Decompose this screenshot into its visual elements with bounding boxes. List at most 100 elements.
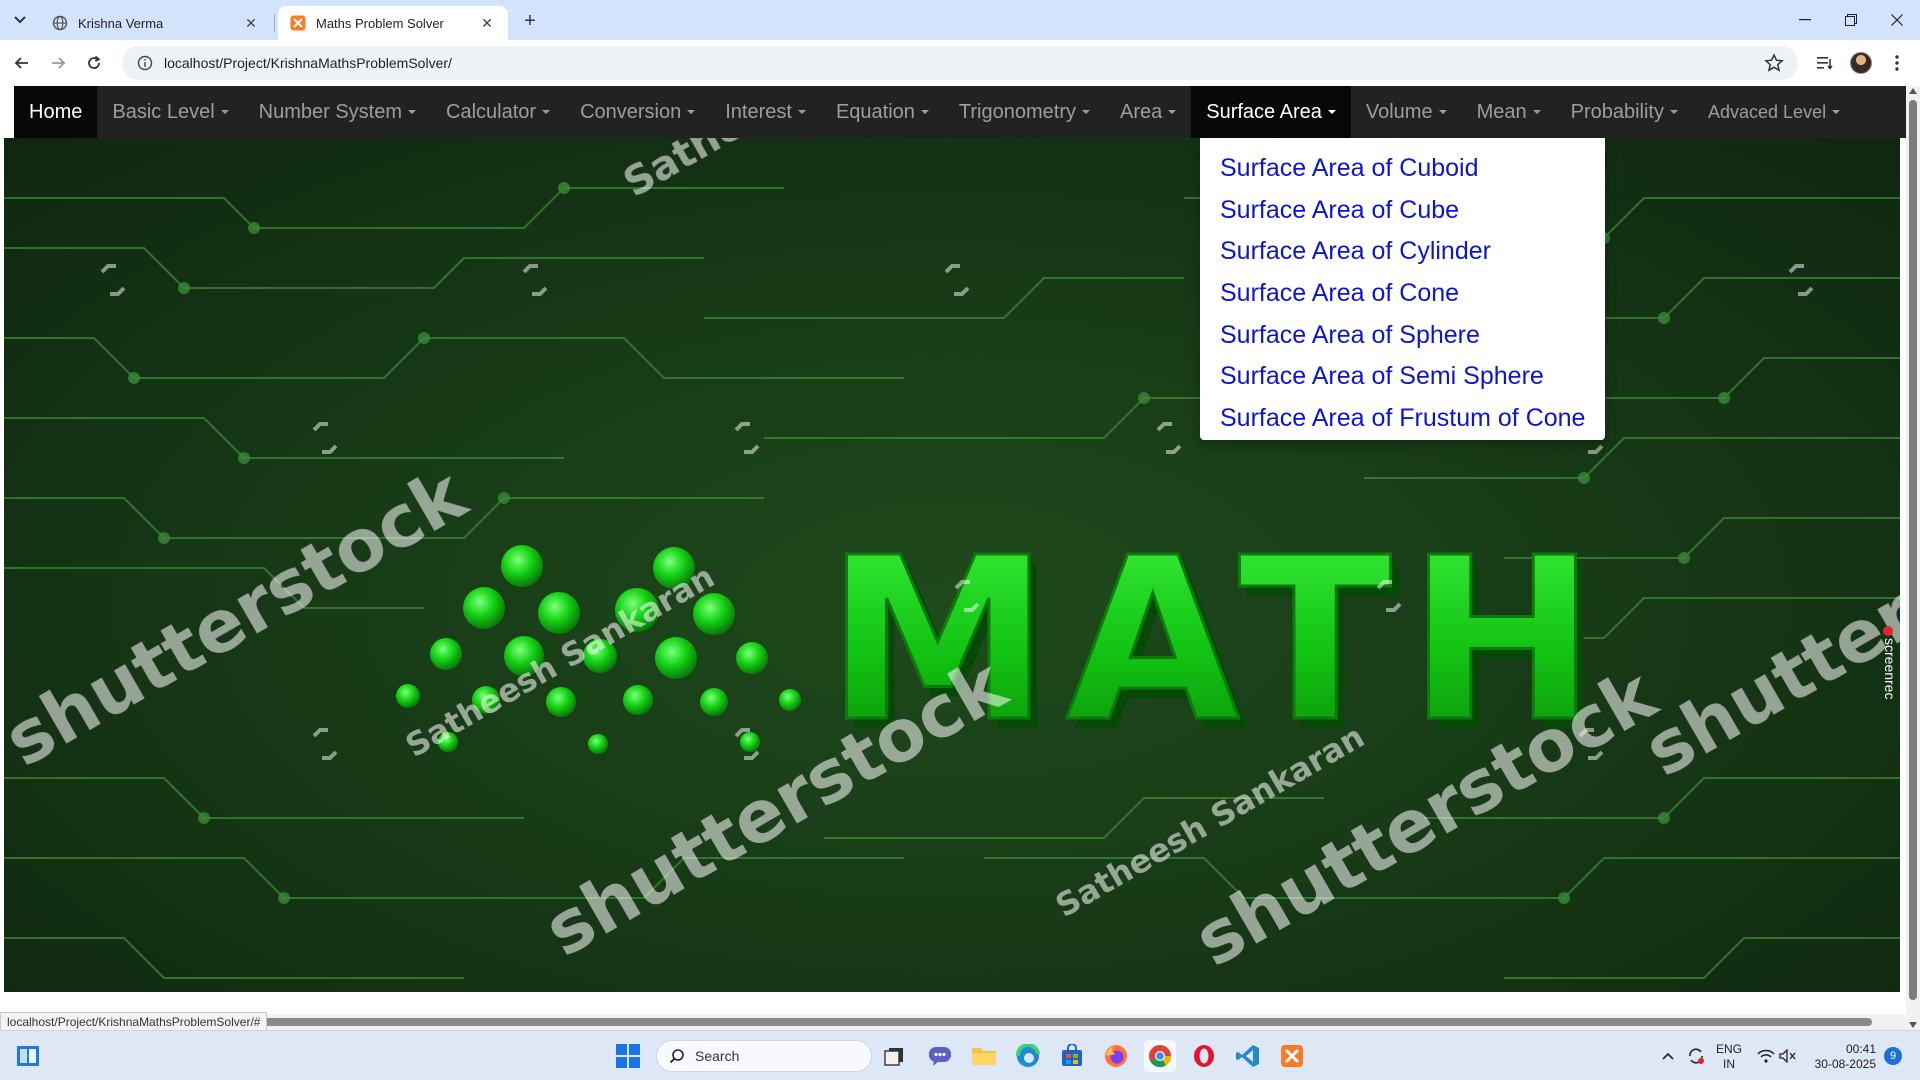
nav-equation[interactable]: Equation [821,86,944,138]
teams-chat-icon[interactable] [924,1040,956,1072]
tab-strip: Krishna Verma ✕ Maths Problem Solver ✕ + [0,0,1920,40]
show-hidden-icons-icon[interactable] [1656,1040,1680,1072]
close-tab-icon[interactable]: ✕ [478,14,496,32]
tab-search-button[interactable] [8,8,32,32]
caret-down-icon [542,110,551,114]
language-top: ENG [1715,1042,1742,1056]
nav-surface-area[interactable]: Surface Area [1191,86,1351,138]
caret-down-icon [687,110,696,114]
dropdown-item-semi-sphere[interactable]: Surface Area of Semi Sphere [1200,356,1605,398]
bookmark-star-icon[interactable] [1764,53,1784,78]
new-tab-icon[interactable]: + [518,9,542,33]
edge-browser-icon[interactable] [1012,1040,1044,1072]
wifi-icon[interactable] [1754,1040,1778,1072]
widgets-icon[interactable] [12,1040,44,1072]
minimize-icon[interactable] [1782,0,1828,40]
avatar [1850,52,1872,74]
nav-label: Calculator [446,100,537,123]
tab-title: Krishna Verma [78,15,164,31]
restore-icon[interactable] [1828,0,1874,40]
notification-badge[interactable]: 9 [1884,1047,1902,1065]
scroll-up-icon[interactable] [1909,88,1917,94]
chevron-down-icon [14,16,26,24]
back-arrow-icon[interactable] [8,49,36,77]
clock-time: 00:41 [1845,1042,1876,1056]
search-icon [669,1049,684,1064]
task-view-icon[interactable] [878,1040,910,1072]
nav-label: Mean [1476,100,1527,123]
nav-calculator[interactable]: Calculator [431,86,565,138]
reading-list-icon[interactable] [1812,50,1838,76]
firefox-icon[interactable] [1100,1040,1132,1072]
dropdown-item-cuboid[interactable]: Surface Area of Cuboid [1200,148,1605,190]
file-explorer-icon[interactable] [968,1040,1000,1072]
reload-icon[interactable] [80,49,108,77]
status-bar-url: localhost/Project/KrishnaMathsProblemSol… [0,1012,268,1030]
xampp-icon[interactable] [1276,1040,1308,1072]
tab-title: Maths Problem Solver [316,15,444,31]
vertical-scrollbar[interactable] [1906,86,1920,1030]
browser-tab-krishna-verma[interactable]: Krishna Verma ✕ [40,6,272,40]
nav-advanced-level[interactable]: Advaced Level [1693,86,1855,138]
watermark-text: shutterstock [531,641,1022,973]
caret-down-icon [1168,110,1177,114]
browser-menu-icon[interactable] [1884,50,1910,76]
nav-number-system[interactable]: Number System [244,86,431,138]
nav-volume[interactable]: Volume [1351,86,1462,138]
caret-down-icon [1081,110,1090,114]
start-windows-icon[interactable] [612,1040,644,1072]
close-tab-icon[interactable]: ✕ [242,14,260,32]
opera-icon[interactable] [1188,1040,1220,1072]
vscode-icon[interactable] [1232,1040,1264,1072]
search-placeholder: Search [695,1048,740,1064]
chrome-icon[interactable] [1144,1040,1176,1072]
nav-mean[interactable]: Mean [1462,86,1556,138]
caret-down-icon [920,110,929,114]
caret-down-icon [220,110,229,114]
nav-home[interactable]: Home [14,86,98,138]
nav-label: Advaced Level [1708,101,1827,122]
sync-icon[interactable] [1684,1040,1708,1072]
address-bar[interactable]: localhost/Project/KrishnaMathsProblemSol… [122,46,1798,80]
horizontal-scrollbar[interactable] [0,1014,1906,1030]
scroll-down-icon[interactable] [1909,1022,1917,1028]
dropdown-item-frustum-of-cone[interactable]: Surface Area of Frustum of Cone [1200,398,1605,440]
nav-label: Number System [258,100,403,123]
nav-area[interactable]: Area [1105,86,1191,138]
nav-basic-level[interactable]: Basic Level [97,86,243,138]
taskbar-search[interactable]: Search [656,1040,872,1072]
language-bottom: IN [1723,1057,1735,1071]
nav-interest[interactable]: Interest [710,86,821,138]
screenrec-label: screenrec [1882,638,1898,700]
main-navbar: Home Basic Level Number System Calculato… [14,86,1906,138]
dropdown-item-cube[interactable]: Surface Area of Cube [1200,190,1605,232]
language-indicator[interactable]: ENG IN [1714,1042,1744,1072]
caret-down-icon [1327,110,1336,114]
dropdown-item-sphere[interactable]: Surface Area of Sphere [1200,315,1605,357]
caret-down-icon [408,110,417,114]
caret-down-icon [1438,110,1447,114]
nav-trigonometry[interactable]: Trigonometry [944,86,1105,138]
forward-arrow-icon[interactable] [44,49,72,77]
clock-date: 30-08-2025 [1814,1057,1876,1071]
dropdown-item-cone[interactable]: Surface Area of Cone [1200,273,1605,315]
scroll-thumb[interactable] [1909,100,1917,1000]
volume-muted-icon[interactable] [1776,1040,1800,1072]
profile-avatar[interactable] [1848,50,1874,76]
close-window-icon[interactable] [1874,0,1920,40]
record-dot-icon [1883,626,1893,636]
screenrec-overlay[interactable]: screenrec [1878,626,1898,716]
dropdown-item-cylinder[interactable]: Surface Area of Cylinder [1200,231,1605,273]
scroll-thumb[interactable] [262,1018,1872,1026]
nav-conversion[interactable]: Conversion [565,86,710,138]
nav-label: Conversion [580,100,682,123]
site-info-icon[interactable] [130,55,160,71]
clock[interactable]: 00:41 30-08-2025 [1808,1042,1876,1072]
browser-tab-maths-problem-solver[interactable]: Maths Problem Solver ✕ [278,6,508,40]
nav-probability[interactable]: Probability [1556,86,1693,138]
globe-icon [52,15,68,31]
microsoft-store-icon[interactable] [1056,1040,1088,1072]
surface-area-dropdown: Surface Area of Cuboid Surface Area of C… [1200,138,1605,440]
nav-label: Surface Area [1206,100,1322,123]
circuit-background: MATH MATH shutterstock shutterstock shut… [4,138,1900,983]
